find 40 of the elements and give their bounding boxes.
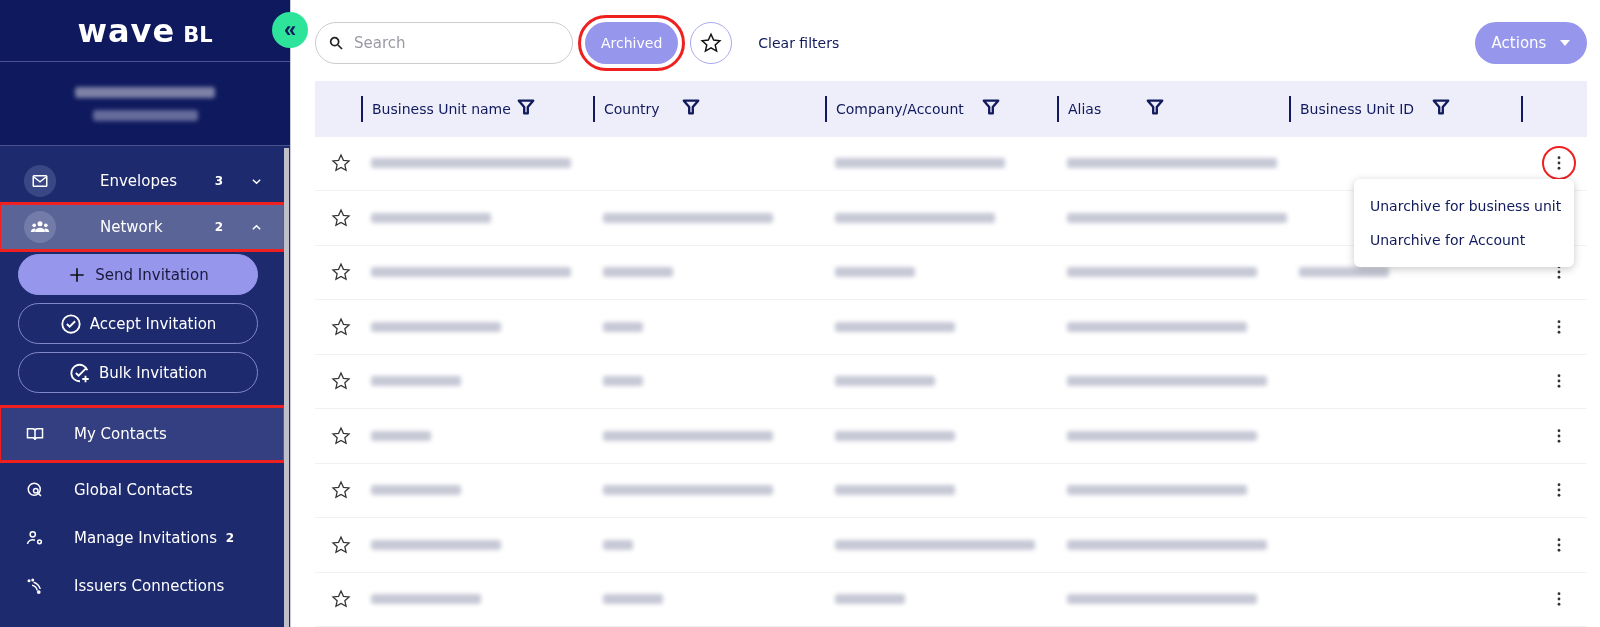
count-label: 2 bbox=[214, 220, 223, 234]
column-header[interactable]: Business Unit ID bbox=[1300, 100, 1426, 117]
star-icon bbox=[700, 32, 723, 55]
column-header[interactable]: Business Unit name bbox=[372, 100, 511, 117]
book-icon bbox=[26, 425, 44, 443]
person-gear-icon bbox=[26, 529, 44, 547]
nav-item[interactable]: Global Contacts bbox=[0, 467, 284, 513]
nav-item[interactable]: My Contacts bbox=[0, 407, 284, 461]
menu-item[interactable]: Unarchive for business unit bbox=[1354, 188, 1574, 223]
vertical-dots-icon bbox=[1557, 537, 1561, 552]
caret-icon bbox=[1560, 40, 1571, 47]
connection-icon bbox=[26, 577, 44, 595]
nav-item[interactable]: Issuers Connections bbox=[0, 563, 284, 609]
people-icon bbox=[24, 211, 56, 243]
clear-filters-link[interactable]: Clear filters bbox=[758, 35, 840, 52]
nav-item[interactable]: Manage Invitations 2 bbox=[0, 515, 284, 561]
vertical-dots-icon bbox=[1557, 592, 1561, 607]
nav-item[interactable]: Network 2 bbox=[0, 204, 284, 250]
envelope-icon bbox=[24, 165, 56, 197]
count-label: 2 bbox=[225, 531, 234, 545]
vertical-dots-icon bbox=[1557, 319, 1561, 334]
scrollbar[interactable] bbox=[284, 148, 289, 627]
logo: wave BL bbox=[77, 11, 213, 50]
check-circle-icon bbox=[59, 312, 82, 335]
column-header[interactable]: Country bbox=[604, 100, 676, 117]
sidebar-button[interactable]: Send Invitation bbox=[18, 254, 258, 295]
menu-item[interactable]: Unarchive for Account bbox=[1354, 222, 1574, 257]
vertical-dots-icon bbox=[1557, 428, 1561, 443]
collapse-button[interactable]: « bbox=[272, 12, 308, 48]
vertical-dots-icon bbox=[1557, 483, 1561, 498]
globe-search-icon bbox=[26, 481, 44, 499]
column-header[interactable]: Company/Account bbox=[836, 100, 976, 117]
vertical-dots-icon bbox=[1557, 374, 1561, 389]
column-header[interactable]: Alias bbox=[1068, 100, 1140, 117]
search-field[interactable]: Search bbox=[315, 22, 573, 65]
vertical-dots-icon bbox=[1557, 265, 1561, 280]
vertical-dots-icon bbox=[1557, 156, 1561, 171]
check-plus-icon bbox=[68, 361, 91, 384]
count-label: 3 bbox=[214, 174, 223, 188]
nav-item[interactable]: Envelopes 3 bbox=[0, 158, 284, 204]
